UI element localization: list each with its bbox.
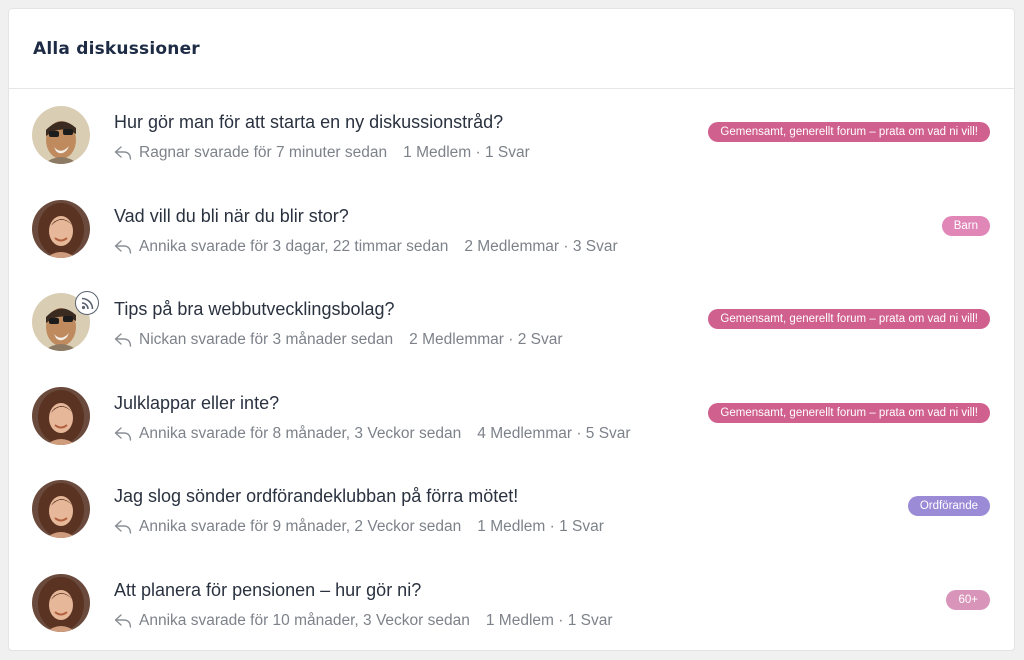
avatar[interactable] (32, 480, 90, 539)
topic-stats: 1 Medlem · 1 Svar (485, 611, 613, 629)
topic-meta: Annika svarade för 9 månader, 2 Veckor s… (114, 518, 604, 536)
topic-stats: 4 Medlemmar · 5 Svar (477, 424, 631, 442)
reply-icon (114, 427, 132, 441)
topic-list: Hur gör man för att starta en ny diskuss… (9, 89, 1014, 651)
topic-title-link[interactable]: Hur gör man för att starta en ny diskuss… (114, 112, 503, 133)
reply-icon (114, 333, 132, 347)
list-item: Jag slog sönder ordförandeklubban på för… (9, 463, 1014, 557)
topic-title-link[interactable]: Att planera för pensionen – hur gör ni? (114, 580, 421, 601)
avatar[interactable] (32, 573, 90, 632)
avatar[interactable] (32, 386, 90, 445)
list-item: Julklappar eller inte? Annika svarade för… (9, 370, 1014, 464)
last-reply-text: Annika svarade för 8 månader, 3 Veckor s… (139, 424, 462, 442)
topic-stats: 2 Medlemmar · 2 Svar (409, 331, 563, 349)
last-reply-text: Ragnar svarade för 7 minuter sedan (139, 144, 388, 161)
topic-meta: Annika svarade för 8 månader, 3 Veckor s… (114, 425, 631, 443)
forum-badge[interactable]: Ordförande (907, 496, 990, 517)
card-header: Alla diskussioner (9, 9, 1014, 89)
rss-icon (75, 291, 99, 316)
list-item: Hur gör man för att starta en ny diskuss… (9, 89, 1014, 183)
list-item: Tips på bra webbutvecklingsbolag? Nickan … (9, 276, 1014, 370)
list-item: Vad vill du bli när du blir stor? Annika … (9, 183, 1014, 277)
last-reply-text: Annika svarade för 10 månader, 3 Veckor … (139, 611, 470, 629)
discussions-card: Alla diskussioner Hur gör man för att st… (8, 8, 1015, 651)
topic-meta: Ragnar svarade för 7 minuter sedan 1 Medl… (114, 144, 530, 162)
page-title: Alla diskussioner (33, 38, 200, 59)
forum-badge[interactable]: Gemensamt, generellt forum – prata om va… (708, 402, 990, 423)
topic-title-link[interactable]: Vad vill du bli när du blir stor? (114, 206, 349, 227)
topic-title-link[interactable]: Tips på bra webbutvecklingsbolag? (114, 299, 395, 320)
forum-badge[interactable]: Gemensamt, generellt forum – prata om va… (708, 122, 990, 142)
topic-meta: Nickan svarade för 3 månader sedan 2 Medl… (114, 331, 563, 349)
forum-badge[interactable]: Gemensamt, generellt forum – prata om va… (708, 309, 990, 330)
avatar[interactable] (32, 199, 90, 258)
topic-stats: 1 Medlem · 1 Svar (403, 144, 530, 161)
topic-meta: Annika svarade för 10 månader, 3 Veckor … (114, 612, 613, 630)
reply-icon (114, 614, 132, 628)
topic-meta: Annika svarade för 3 dagar, 22 timmar se… (114, 238, 618, 256)
last-reply-text: Annika svarade för 9 månader, 2 Veckor s… (139, 518, 462, 536)
forum-badge[interactable]: Barn (941, 215, 990, 236)
topic-stats: 2 Medlemmar · 3 Svar (464, 237, 618, 255)
reply-icon (114, 146, 132, 160)
last-reply-text: Nickan svarade för 3 månader sedan (139, 331, 394, 349)
topic-stats: 1 Medlem · 1 Svar (477, 518, 604, 536)
topic-title-link[interactable]: Julklappar eller inte? (114, 393, 279, 414)
topic-title-link[interactable]: Jag slog sönder ordförandeklubban på för… (114, 486, 518, 507)
reply-icon (114, 239, 132, 254)
last-reply-text: Annika svarade för 3 dagar, 22 timmar se… (139, 237, 449, 255)
avatar[interactable] (32, 106, 90, 164)
list-item: Att planera för pensionen – hur gör ni? A… (9, 557, 1014, 651)
reply-icon (114, 520, 132, 535)
forum-badge[interactable]: 60+ (946, 589, 990, 610)
